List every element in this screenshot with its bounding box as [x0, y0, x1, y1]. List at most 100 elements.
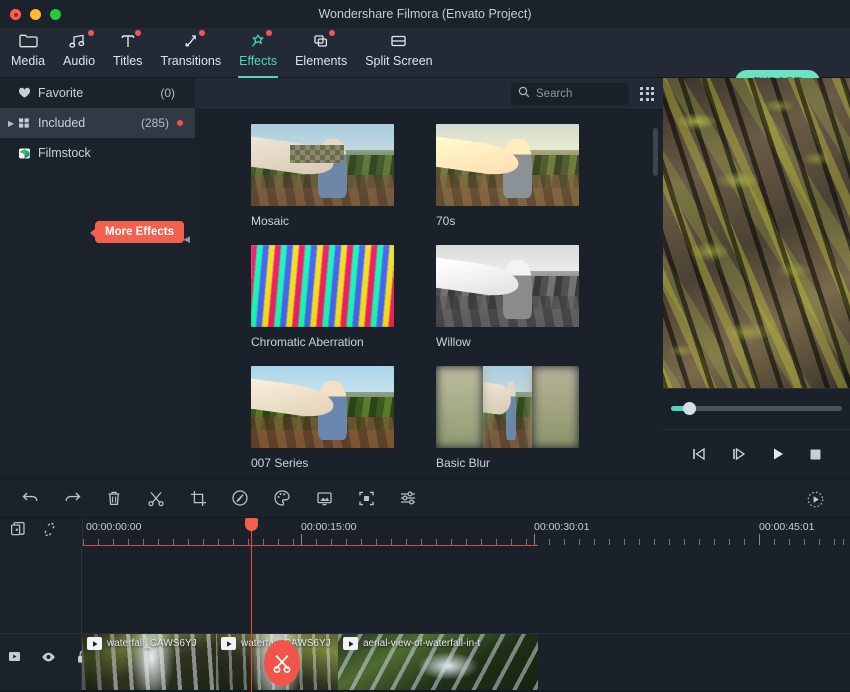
effect-card-chromatic-aberration[interactable]: Chromatic Aberration	[251, 245, 394, 349]
redo-arrow-icon[interactable]	[51, 478, 93, 518]
play-icon[interactable]	[771, 447, 785, 461]
search-input[interactable]: Search	[511, 82, 629, 105]
effect-thumbnail	[251, 245, 394, 327]
sidebar-item-favorite-label: Favorite	[38, 86, 84, 100]
track-header-column	[0, 546, 87, 692]
ruler-major-tick	[759, 534, 760, 545]
filmora-app-window: Wondershare Filmora (Envato Project) Med…	[0, 0, 850, 692]
timeline-clip-3[interactable]: aerial-view-of-waterfall-in-t	[338, 634, 538, 692]
effect-thumbnail	[436, 124, 579, 206]
included-count: (285)	[140, 116, 169, 130]
preview-progress-slider[interactable]	[663, 388, 850, 428]
effect-card-007-series[interactable]: 007 Series	[251, 366, 394, 470]
tab-audio-label: Audio	[63, 54, 96, 68]
timeline-tracks: waterfall_CAWS6YJ waterfall_CAWS6YJ	[0, 546, 850, 692]
crop-icon[interactable]	[177, 478, 219, 518]
sliders-icon[interactable]	[387, 478, 429, 518]
focus-brackets-icon[interactable]	[345, 478, 387, 518]
chevron-right-icon[interactable]: ▶	[8, 119, 18, 128]
speedometer-icon[interactable]	[219, 478, 261, 518]
ruler-label: 00:00:45:01	[759, 521, 815, 533]
step-backward-icon[interactable]	[691, 447, 707, 461]
eye-icon[interactable]	[41, 650, 56, 668]
sidebar-item-filmstock-label: Filmstock	[38, 146, 91, 160]
elements-badge-dot	[329, 30, 336, 36]
step-forward-icon[interactable]	[731, 447, 747, 461]
heart-icon	[18, 87, 36, 99]
tab-effects[interactable]: Effects	[230, 28, 286, 78]
slider-track[interactable]	[671, 402, 842, 415]
broken-link-icon[interactable]	[41, 521, 58, 543]
audio-badge-dot	[88, 30, 95, 36]
collapse-left-arrow-icon[interactable]: ◀	[183, 234, 190, 245]
play-square-icon[interactable]	[8, 650, 21, 668]
sidebar-item-favorite[interactable]: Favorite (0)	[0, 78, 195, 108]
chroma-key-icon[interactable]	[303, 478, 345, 518]
effect-name-label: Chromatic Aberration	[251, 335, 364, 349]
ruler-major-tick	[534, 534, 535, 545]
tab-audio[interactable]: Audio	[54, 28, 104, 78]
preview-player-panel	[663, 78, 850, 478]
grid-squares-icon	[18, 117, 36, 129]
sidebar-item-included-label: Included	[38, 116, 86, 130]
effect-thumbnail	[436, 245, 579, 327]
timeline-playhead[interactable]	[245, 518, 258, 692]
tab-split-screen[interactable]: Split Screen	[356, 28, 441, 78]
folder-icon	[18, 31, 38, 51]
tab-transitions[interactable]: Transitions	[151, 28, 230, 78]
split-scissors-icon[interactable]	[263, 640, 300, 686]
sidebar-item-filmstock[interactable]: Filmstock	[0, 138, 195, 168]
ruler-label: 00:00:30:01	[534, 521, 590, 533]
clip-play-icon	[221, 637, 236, 650]
titles-badge-dot	[134, 30, 141, 36]
filmstock-cube-icon	[18, 147, 36, 160]
render-dashed-play-icon[interactable]	[794, 479, 836, 519]
tab-media-label: Media	[11, 54, 46, 68]
palette-icon[interactable]	[261, 478, 303, 518]
tab-titles-label: Titles	[113, 54, 143, 68]
effect-name-label: 70s	[436, 214, 456, 228]
playhead-handle[interactable]	[245, 518, 258, 531]
ruler-label: 00:00:15:00	[301, 521, 357, 533]
more-effects-promo-button[interactable]: More Effects	[89, 221, 185, 243]
undo-arrow-icon[interactable]	[9, 478, 51, 518]
add-media-icon[interactable]	[10, 521, 27, 543]
track-controls	[0, 646, 87, 672]
ruler-major-tick	[301, 534, 302, 545]
effect-thumbnail	[251, 124, 394, 206]
tab-elements[interactable]: Elements	[286, 28, 356, 78]
grid-view-icon[interactable]	[639, 86, 655, 102]
timeline-clip-2[interactable]: waterfall_CAWS6YJ	[216, 634, 347, 692]
scissors-icon[interactable]	[135, 478, 177, 518]
search-placeholder: Search	[536, 87, 573, 100]
split-screen-icon	[389, 31, 408, 51]
tab-elements-label: Elements	[295, 54, 348, 68]
included-new-dot	[177, 120, 183, 126]
effects-scroll-area[interactable]: Mosaic 70s Chromatic Aberration Willow 0…	[195, 110, 663, 478]
trash-icon[interactable]	[93, 478, 135, 518]
tab-effects-label: Effects	[239, 54, 278, 68]
timeline-clip-area[interactable]: waterfall_CAWS6YJ waterfall_CAWS6YJ	[82, 546, 850, 692]
preview-video-canvas[interactable]	[663, 78, 850, 388]
music-note-icon	[69, 30, 95, 51]
effects-vertical-scrollbar[interactable]	[653, 128, 658, 176]
effect-name-label: Mosaic	[251, 214, 290, 228]
transitions-badge-dot	[198, 30, 205, 36]
tab-split-screen-label: Split Screen	[365, 54, 433, 68]
clip-name-label: waterfall_CAWS6YJ	[107, 638, 197, 649]
stop-square-icon[interactable]	[809, 448, 822, 461]
preview-transport-controls	[663, 429, 850, 478]
effect-name-label: Willow	[436, 335, 471, 349]
slider-handle[interactable]	[683, 402, 696, 415]
effect-thumbnail	[436, 366, 579, 448]
effect-card-willow[interactable]: Willow	[436, 245, 579, 349]
clip-name-label: aerial-view-of-waterfall-in-t	[363, 638, 481, 649]
tab-media[interactable]: Media	[2, 28, 54, 78]
timeline-clip-1[interactable]: waterfall_CAWS6YJ	[82, 634, 216, 692]
effect-card-mosaic[interactable]: Mosaic	[251, 124, 394, 228]
effect-card-70s[interactable]: 70s	[436, 124, 579, 228]
effect-card-basic-blur[interactable]: Basic Blur	[436, 366, 579, 470]
sidebar-item-included[interactable]: ▶ Included (285)	[0, 108, 195, 138]
tab-titles[interactable]: Titles	[104, 28, 151, 78]
timeline-ruler[interactable]: 00:00:00:00 00:00:15:00 00:00:30:01 00:0…	[82, 518, 850, 546]
